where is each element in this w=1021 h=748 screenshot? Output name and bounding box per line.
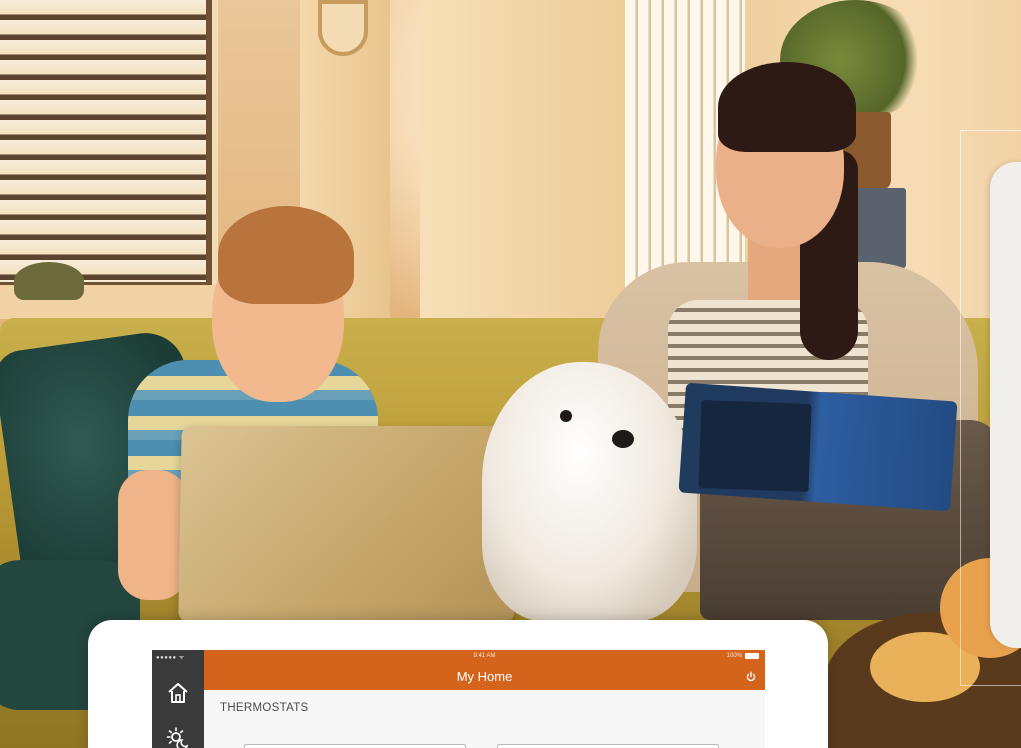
power-icon: [746, 671, 756, 682]
battery-percentage: 100%: [726, 653, 742, 659]
boy-arm: [118, 470, 188, 600]
sidebar-item-home[interactable]: [162, 678, 194, 708]
battery-icon: [745, 653, 759, 659]
app-header: 9:41 AM 100% My Home: [204, 650, 765, 690]
door-panel: [420, 0, 630, 320]
status-time: 9:41 AM: [473, 653, 496, 659]
app-screen: ●●●●● ᯤ 9:41 AM 100% My Home THERMOSTATS: [152, 650, 765, 748]
main-content: THERMOSTATS: [204, 690, 765, 748]
home-icon: [168, 683, 188, 703]
thermostat-card[interactable]: [244, 744, 466, 748]
status-battery: 100%: [727, 653, 759, 659]
woman-hair: [718, 62, 856, 152]
dog-eye: [560, 410, 572, 422]
wall-clock: [318, 0, 368, 56]
status-carrier: ●●●●● ᯤ: [156, 655, 185, 661]
dog-nose: [612, 430, 634, 448]
thermostat-card[interactable]: [497, 744, 719, 748]
sidebar-item-weather[interactable]: [162, 722, 194, 748]
page-title: My Home: [456, 669, 513, 684]
side-device: [990, 162, 1021, 648]
sidebar: ●●●●● ᯤ: [152, 650, 204, 748]
laptop: [178, 426, 518, 622]
section-title: THERMOSTATS: [220, 702, 309, 714]
weather-sun-moon-icon: [166, 727, 189, 748]
sill-plant: [14, 262, 84, 300]
window-blinds: [0, 0, 206, 282]
boy-hair: [218, 206, 354, 304]
header-power-button[interactable]: [743, 670, 759, 684]
book-cover: [698, 400, 812, 492]
